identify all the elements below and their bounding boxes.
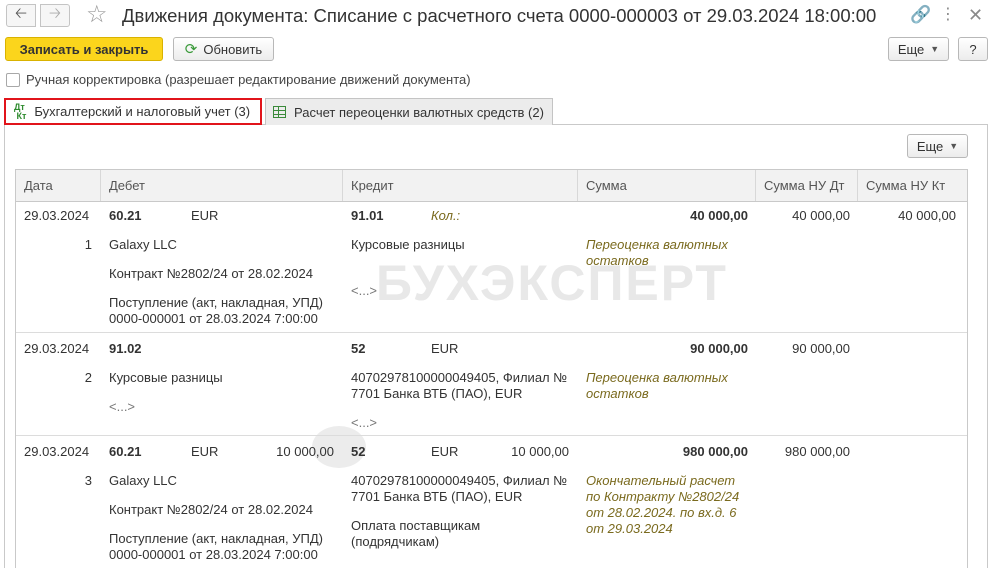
col-header-date[interactable]: Дата xyxy=(16,170,101,201)
debit-currency: EUR xyxy=(191,208,219,223)
tab-accounting-tax[interactable]: Дт Кт Бухгалтерский и налоговый учет (3) xyxy=(4,98,262,125)
credit-currency: EUR xyxy=(431,341,459,356)
debit-account: 91.02 xyxy=(109,341,142,356)
row-number: 2 xyxy=(84,370,92,385)
col-header-sum-nu-kt[interactable]: Сумма НУ Кт xyxy=(858,170,967,201)
chevron-down-icon: ▼ xyxy=(949,141,959,151)
table-row[interactable]: 29.03.2024 1 60.21 EUR Galaxy LLC Контра… xyxy=(16,202,967,333)
row-sum-nu-kt: 40 000,00 xyxy=(898,208,956,223)
credit-subconto-3: <...> xyxy=(351,283,378,298)
refresh-icon: ⟳ xyxy=(184,41,198,58)
panel-more-button[interactable]: Еще ▼ xyxy=(907,134,968,158)
debit-currency: EUR xyxy=(191,444,219,459)
manual-adjust-checkbox-row[interactable]: Ручная корректировка (разрешает редактир… xyxy=(6,72,471,87)
row-sum-nu-dt: 40 000,00 xyxy=(792,208,850,223)
debit-account: 60.21 xyxy=(109,208,142,223)
row-content: Переоценка валютных остатков xyxy=(586,370,728,401)
credit-subconto-1: 40702978100000049405, Филиал № 7701 Банк… xyxy=(351,370,568,401)
col-header-sum-nu-dt[interactable]: Сумма НУ Дт xyxy=(756,170,858,201)
debit-credit-icon: Дт Кт xyxy=(14,101,27,121)
debit-account: 60.21 xyxy=(109,444,142,459)
manual-adjust-checkbox[interactable] xyxy=(6,72,20,87)
table-row[interactable]: 29.03.2024 3 60.21 EUR 10 000,00 Galaxy … xyxy=(16,436,967,568)
row-date: 29.03.2024 xyxy=(24,341,90,356)
table-header: Дата Дебет Кредит Сумма Сумма НУ Дт Сумм… xyxy=(16,170,967,202)
row-sum-nu-dt: 90 000,00 xyxy=(792,341,850,356)
back-button[interactable]: 🡠 xyxy=(6,4,36,27)
row-number: 1 xyxy=(84,237,92,252)
debit-currency-amount: 10 000,00 xyxy=(276,444,334,459)
credit-subconto-3: Оплата поставщикам (подрядчикам) xyxy=(351,518,481,549)
credit-account: 52 xyxy=(351,444,366,459)
row-sum: 90 000,00 xyxy=(690,341,748,356)
arrow-left-icon: 🡠 xyxy=(14,5,28,22)
credit-subconto-3: <...> xyxy=(351,415,378,430)
more-button[interactable]: Еще ▼ xyxy=(888,37,949,61)
credit-account: 91.01 xyxy=(351,208,384,223)
debit-subconto-2: <...> xyxy=(109,399,136,414)
favorite-star-icon[interactable]: ☆ xyxy=(86,2,108,28)
col-header-sum[interactable]: Сумма xyxy=(578,170,756,201)
entries-table[interactable]: Дата Дебет Кредит Сумма Сумма НУ Дт Сумм… xyxy=(15,169,968,568)
row-content: Переоценка валютных остатков xyxy=(586,237,728,268)
credit-quantity-label: Кол.: xyxy=(431,208,461,223)
row-sum: 980 000,00 xyxy=(682,444,748,459)
title-bar: 🡠 🡢 ☆ Движения документа: Списание с рас… xyxy=(0,0,992,32)
debit-subconto-3: Поступление (акт, накладная, УПД) 0000-0… xyxy=(109,531,323,562)
arrow-right-icon: 🡢 xyxy=(48,5,62,22)
help-label: ? xyxy=(969,41,977,57)
save-and-close-button[interactable]: Записать и закрыть xyxy=(5,37,163,61)
tab-accounting-tax-label: Бухгалтерский и налоговый учет (3) xyxy=(34,104,251,119)
tab-currency-revaluation[interactable]: Расчет переоценки валютных средств (2) xyxy=(265,98,553,125)
link-icon[interactable]: 🔗 xyxy=(910,4,931,26)
debit-subconto-3: Поступление (акт, накладная, УПД) 0000-0… xyxy=(109,295,323,326)
row-content: Окончательный расчет по Контракту №2802/… xyxy=(586,473,740,536)
debit-subconto-2: Контракт №2802/24 от 28.02.2024 xyxy=(109,502,313,517)
tab-currency-revaluation-label: Расчет переоценки валютных средств (2) xyxy=(294,104,544,120)
save-and-close-label: Записать и закрыть xyxy=(19,41,149,57)
table-row[interactable]: 29.03.2024 2 91.02 Курсовые разницы <...… xyxy=(16,333,967,436)
manual-adjust-label: Ручная корректировка (разрешает редактир… xyxy=(26,72,471,87)
col-header-credit[interactable]: Кредит xyxy=(343,170,578,201)
row-date: 29.03.2024 xyxy=(24,444,90,459)
debit-subconto-1: Курсовые разницы xyxy=(109,370,223,385)
refresh-button[interactable]: ⟳ Обновить xyxy=(173,37,274,61)
credit-currency: EUR xyxy=(431,444,459,459)
credit-subconto-1: 40702978100000049405, Филиал № 7701 Банк… xyxy=(351,473,568,504)
col-header-debit[interactable]: Дебет xyxy=(101,170,343,201)
debit-subconto-1: Galaxy LLC xyxy=(109,473,177,488)
table-icon xyxy=(273,106,286,118)
debit-subconto-2: Контракт №2802/24 от 28.02.2024 xyxy=(109,266,313,281)
refresh-label: Обновить xyxy=(203,41,263,57)
window-title: Движения документа: Списание с расчетног… xyxy=(122,5,877,26)
chevron-down-icon: ▼ xyxy=(930,44,940,54)
row-date: 29.03.2024 xyxy=(24,208,90,223)
debit-subconto-1: Galaxy LLC xyxy=(109,237,177,252)
more-label: Еще xyxy=(897,41,925,57)
credit-currency-amount: 10 000,00 xyxy=(511,444,569,459)
panel-more-label: Еще xyxy=(916,138,944,154)
row-number: 3 xyxy=(84,473,92,488)
row-sum-nu-dt: 980 000,00 xyxy=(784,444,850,459)
credit-account: 52 xyxy=(351,341,366,356)
forward-button[interactable]: 🡢 xyxy=(40,4,70,27)
close-icon[interactable]: ✕ xyxy=(968,4,983,26)
credit-subconto-1: Курсовые разницы xyxy=(351,237,465,252)
row-sum: 40 000,00 xyxy=(690,208,748,223)
help-button[interactable]: ? xyxy=(958,37,988,61)
menu-dots-icon[interactable]: ⋮ xyxy=(940,4,956,26)
